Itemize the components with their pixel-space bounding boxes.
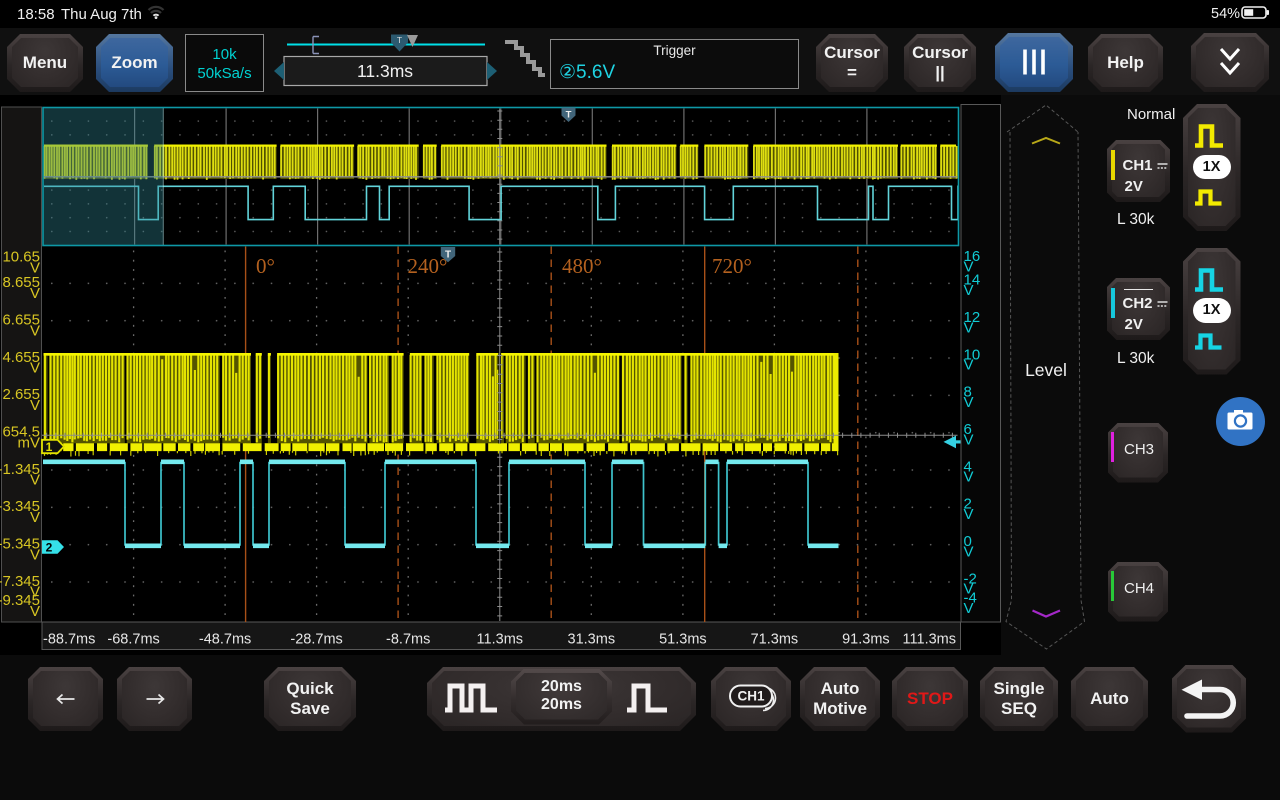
svg-text:111.3ms: 111.3ms <box>903 632 956 648</box>
svg-text:720°: 720° <box>712 254 752 278</box>
svg-text:-28.7ms: -28.7ms <box>290 632 342 648</box>
svg-text:V: V <box>30 360 40 377</box>
svg-text:-48.7ms: -48.7ms <box>199 632 251 648</box>
svg-text:0°: 0° <box>256 254 275 278</box>
svg-text:Level: Level <box>1025 360 1067 380</box>
svg-text:-68.7ms: -68.7ms <box>107 632 159 648</box>
svg-text:mV: mV <box>18 434 41 451</box>
svg-text:240°: 240° <box>408 254 448 278</box>
svg-text:V: V <box>964 506 974 523</box>
svg-text:V: V <box>964 543 974 560</box>
svg-text:T: T <box>397 35 402 45</box>
svg-text:T: T <box>445 250 451 261</box>
svg-text:V: V <box>964 431 974 448</box>
svg-text:V: V <box>964 357 974 374</box>
svg-text:V: V <box>964 394 974 411</box>
svg-text:V: V <box>30 546 40 563</box>
svg-text:480°: 480° <box>562 254 602 278</box>
svg-text:V: V <box>30 285 40 302</box>
svg-text:T: T <box>566 110 572 121</box>
svg-text:V: V <box>30 472 40 489</box>
svg-text:V: V <box>30 322 40 339</box>
svg-text:31.3ms: 31.3ms <box>568 632 616 648</box>
svg-text:2: 2 <box>46 541 53 555</box>
svg-text:V: V <box>964 282 974 299</box>
svg-text:V: V <box>964 469 974 486</box>
svg-text:51.3ms: 51.3ms <box>659 632 707 648</box>
svg-text:11.3ms: 11.3ms <box>477 632 523 648</box>
svg-text:V: V <box>30 603 40 620</box>
svg-text:11.3ms: 11.3ms <box>357 61 413 81</box>
svg-text:91.3ms: 91.3ms <box>842 632 890 648</box>
svg-text:V: V <box>964 319 974 336</box>
svg-text:-88.7ms: -88.7ms <box>43 632 95 648</box>
svg-text:71.3ms: 71.3ms <box>751 632 799 648</box>
svg-text:1: 1 <box>46 440 53 454</box>
svg-text:V: V <box>30 397 40 414</box>
svg-text:CH1: CH1 <box>737 688 764 703</box>
svg-text:V: V <box>30 509 40 526</box>
svg-text:-8.7ms: -8.7ms <box>386 632 430 648</box>
svg-text:V: V <box>964 600 974 617</box>
